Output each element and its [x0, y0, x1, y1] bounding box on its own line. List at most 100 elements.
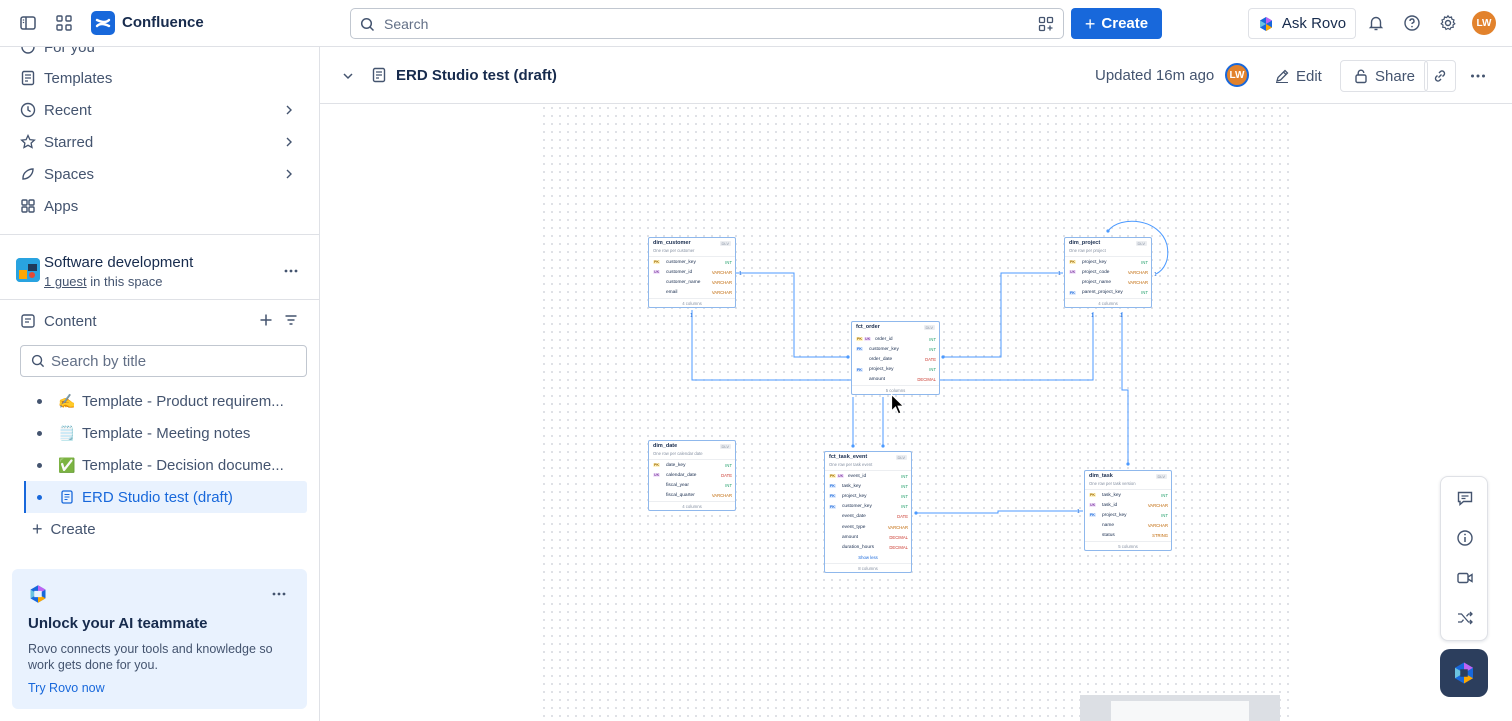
- info-icon[interactable]: [1453, 526, 1477, 550]
- settings-gear-icon[interactable]: [1436, 11, 1460, 35]
- table-column-row[interactable]: PK UK order_id INT: [852, 334, 939, 344]
- top-navigation-bar: Confluence Search + Create Ask Rovo LW: [0, 0, 1512, 47]
- add-content-icon[interactable]: [259, 313, 273, 327]
- erd-table-dim-customer[interactable]: dim_customer DLV One row per customer PK c…: [648, 237, 736, 308]
- user-avatar[interactable]: LW: [1472, 11, 1496, 35]
- table-column-row[interactable]: PK UK event_id INT: [825, 471, 911, 481]
- table-column-row[interactable]: duration_hours DECIMAL: [825, 542, 911, 552]
- shuffle-icon[interactable]: [1453, 606, 1477, 630]
- table-header: fct_task_event DLV: [825, 452, 911, 462]
- sidebar-toggle-icon[interactable]: [16, 11, 40, 35]
- table-column-row[interactable]: email VARCHAR: [649, 288, 735, 298]
- comment-icon[interactable]: [1453, 486, 1477, 510]
- confluence-logo-icon[interactable]: [91, 11, 115, 35]
- table-column-row[interactable]: PK project_key INT: [1065, 257, 1151, 267]
- table-column-row[interactable]: PK date_key INT: [649, 460, 735, 470]
- space-title[interactable]: Software development: [44, 254, 193, 271]
- erd-table-fct-order[interactable]: fct_order DLV PK UK order_id INT FK customer_…: [851, 321, 940, 395]
- chevron-right-icon[interactable]: [282, 135, 296, 149]
- table-description: One row per task event: [825, 462, 911, 471]
- table-column-row[interactable]: fiscal_year INT: [649, 480, 735, 490]
- guest-link[interactable]: 1 guest: [44, 274, 87, 289]
- filter-scan-icon[interactable]: [1038, 16, 1054, 32]
- table-column-row[interactable]: name VARCHAR: [1085, 521, 1171, 531]
- table-column-row[interactable]: FK customer_key INT: [852, 344, 939, 354]
- search-by-title-input[interactable]: Search by title: [20, 345, 307, 377]
- table-column-row[interactable]: customer_name VARCHAR: [649, 277, 735, 287]
- help-icon[interactable]: [1400, 11, 1424, 35]
- ask-rovo-button[interactable]: Ask Rovo: [1248, 8, 1356, 39]
- table-column-row[interactable]: amount DECIMAL: [825, 532, 911, 542]
- more-actions-icon[interactable]: [1470, 68, 1486, 84]
- chevron-down-icon[interactable]: [340, 68, 356, 84]
- sidebar-item-templates[interactable]: Templates: [20, 64, 310, 92]
- tree-item-active[interactable]: ERD Studio test (draft): [24, 481, 307, 513]
- table-column-row[interactable]: FK project_key INT: [852, 365, 939, 375]
- plus-icon: +: [1084, 13, 1096, 34]
- table-column-row[interactable]: PK task_key INT: [1085, 490, 1171, 500]
- lock-icon: [1355, 69, 1367, 84]
- notifications-bell-icon[interactable]: [1364, 11, 1388, 35]
- column-type: INT: [1161, 492, 1168, 498]
- table-column-row[interactable]: FK customer_key INT: [825, 502, 911, 512]
- erd-table-dim-project[interactable]: dim_project DLV One row per project PK pro…: [1064, 237, 1152, 308]
- space-more-icon[interactable]: [283, 263, 299, 279]
- app-switcher-icon[interactable]: [52, 11, 76, 35]
- create-button[interactable]: + Create: [1071, 8, 1162, 39]
- create-page-button[interactable]: + Create: [24, 513, 307, 545]
- global-search-input[interactable]: Search: [350, 8, 1064, 39]
- sidebar-item-apps[interactable]: Apps: [20, 192, 310, 220]
- table-column-row[interactable]: event_type VARCHAR: [825, 522, 911, 532]
- pk-badge: PK: [1069, 260, 1076, 265]
- video-icon[interactable]: [1453, 566, 1477, 590]
- table-column-row[interactable]: order_date DATE: [852, 354, 939, 364]
- filter-icon[interactable]: [284, 313, 298, 327]
- table-column-row[interactable]: UK task_id VARCHAR: [1085, 500, 1171, 510]
- search-icon: [360, 17, 375, 32]
- table-column-row[interactable]: fiscal_quarter VARCHAR: [649, 491, 735, 501]
- copy-link-button[interactable]: [1424, 60, 1456, 92]
- table-column-row[interactable]: status STRING: [1085, 531, 1171, 541]
- tree-item[interactable]: ✅ Template - Decision docume...: [24, 449, 307, 481]
- erd-table-fct-task-event[interactable]: fct_task_event DLV One row per task event…: [824, 451, 912, 573]
- table-column-row[interactable]: FK project_key INT: [1085, 510, 1171, 520]
- table-column-row[interactable]: FK parent_project_key INT: [1065, 288, 1151, 298]
- erd-canvas[interactable]: [540, 104, 1292, 721]
- column-name: parent_project_key: [1082, 290, 1123, 296]
- erd-table-dim-task[interactable]: dim_task DLV One row per task version PK t…: [1084, 470, 1172, 551]
- erd-table-dim-date[interactable]: dim_date DLV One row per calendar date PK…: [648, 440, 736, 511]
- canvas-minimap[interactable]: [1080, 695, 1280, 721]
- table-column-row[interactable]: UK project_code VARCHAR: [1065, 267, 1151, 277]
- column-type: INT: [901, 473, 908, 479]
- sidebar-item-starred[interactable]: Starred: [20, 128, 310, 156]
- sidebar-item-spaces[interactable]: Spaces: [20, 160, 310, 188]
- table-column-row[interactable]: FK task_key INT: [825, 481, 911, 491]
- try-rovo-link[interactable]: Try Rovo now: [28, 681, 105, 695]
- table-column-row[interactable]: PK customer_key INT: [649, 257, 735, 267]
- chevron-right-icon[interactable]: [282, 167, 296, 181]
- content-header[interactable]: Content: [44, 313, 97, 330]
- sidebar-item-recent[interactable]: Recent: [20, 96, 310, 124]
- sidebar-item-for-you[interactable]: For you: [20, 47, 310, 61]
- share-button[interactable]: Share: [1340, 60, 1429, 92]
- table-column-row[interactable]: FK project_key INT: [825, 491, 911, 501]
- table-column-row[interactable]: amount DECIMAL: [852, 375, 939, 385]
- tree-item[interactable]: ✍️ Template - Product requirem...: [24, 385, 307, 417]
- show-less-link[interactable]: Show less: [825, 553, 911, 563]
- table-column-row[interactable]: UK calendar_date DATE: [649, 470, 735, 480]
- column-type: VARCHAR: [711, 279, 732, 285]
- table-column-row[interactable]: UK customer_id VARCHAR: [649, 267, 735, 277]
- updated-timestamp[interactable]: Updated 16m ago: [1095, 67, 1214, 84]
- table-column-row[interactable]: event_date DATE: [825, 512, 911, 522]
- chevron-right-icon[interactable]: [282, 103, 296, 117]
- app-name[interactable]: Confluence: [122, 14, 204, 31]
- sidebar-divider: [0, 299, 319, 300]
- more-icon[interactable]: [271, 586, 287, 602]
- edit-button[interactable]: Edit: [1274, 60, 1322, 92]
- minimap-viewport[interactable]: [1111, 701, 1249, 721]
- collaborator-avatar[interactable]: LW: [1225, 63, 1249, 87]
- tree-item[interactable]: 🗒️ Template - Meeting notes: [24, 417, 307, 449]
- notepad-icon: 🗒️: [58, 424, 76, 441]
- table-column-row[interactable]: project_name VARCHAR: [1065, 277, 1151, 287]
- rovo-chat-fab[interactable]: [1440, 649, 1488, 697]
